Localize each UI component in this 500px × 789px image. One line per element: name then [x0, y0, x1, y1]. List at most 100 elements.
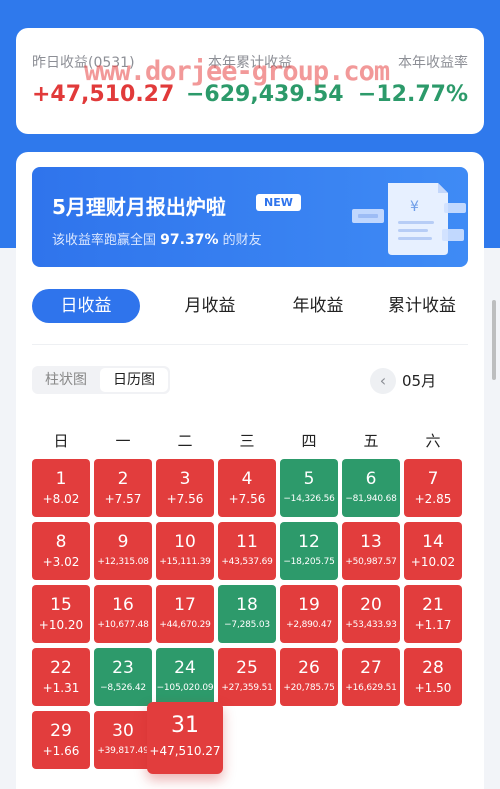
calendar-view-button[interactable]: 日历图 — [100, 368, 168, 392]
calendar-day[interactable]: 6 −81,940.68 — [342, 459, 400, 517]
day-earnings: −18,205.75 — [283, 557, 335, 567]
calendar-day[interactable]: 9 +12,315.08 — [94, 522, 152, 580]
calendar-day[interactable]: 12 −18,205.75 — [280, 522, 338, 580]
divider — [32, 344, 468, 345]
day-number: 7 — [427, 469, 439, 489]
banner-subtitle: 该收益率跑赢全国 97.37% 的财友 — [52, 229, 262, 248]
calendar-day[interactable]: 15 +10.20 — [32, 585, 90, 643]
day-number: 8 — [55, 532, 67, 552]
weekday-header: 二 — [177, 432, 193, 450]
day-number: 17 — [174, 595, 196, 615]
calendar-day[interactable]: 13 +50,987.57 — [342, 522, 400, 580]
calendar-day[interactable]: 2 +7.57 — [94, 459, 152, 517]
calendar-day[interactable]: 11 +43,537.69 — [218, 522, 276, 580]
day-number: 11 — [236, 532, 258, 552]
day-earnings: +10,677.48 — [97, 620, 149, 630]
earnings-tabs: 日收益 月收益 年收益 累计收益 — [32, 289, 468, 323]
calendar-day[interactable]: 20 +53,433.93 — [342, 585, 400, 643]
banner-title: 5月理财月报出炉啦 — [52, 195, 226, 219]
day-number: 20 — [360, 595, 382, 615]
calendar-day-selected[interactable]: 31 +47,510.27 — [147, 702, 223, 774]
calendar-day[interactable]: 29 +1.66 — [32, 711, 90, 769]
calendar-day[interactable]: 7 +2.85 — [404, 459, 462, 517]
tab-daily-earnings[interactable]: 日收益 — [32, 289, 140, 323]
scrollbar[interactable] — [492, 300, 496, 380]
day-earnings: +8.02 — [42, 492, 80, 506]
day-number: 31 — [171, 713, 199, 738]
day-earnings: +27,359.51 — [221, 683, 273, 693]
day-number: 9 — [117, 532, 129, 552]
calendar-day[interactable]: 10 +15,111.39 — [156, 522, 214, 580]
monthly-report-banner[interactable]: 5月理财月报出炉啦 NEW 该收益率跑赢全国 97.37% 的财友 ¥ — [32, 167, 468, 267]
chevron-left-icon[interactable]: ‹ — [370, 368, 396, 394]
main-card: 5月理财月报出炉啦 NEW 该收益率跑赢全国 97.37% 的财友 ¥ 日收益 — [16, 152, 484, 789]
day-earnings: +15,111.39 — [159, 557, 211, 567]
day-earnings: +10.20 — [38, 618, 84, 632]
calendar-day[interactable]: 16 +10,677.48 — [94, 585, 152, 643]
day-number: 19 — [298, 595, 320, 615]
day-number: 4 — [241, 469, 253, 489]
calendar-day[interactable]: 17 +44,670.29 — [156, 585, 214, 643]
day-number: 27 — [360, 658, 382, 678]
weekday-header: 五 — [363, 432, 379, 450]
day-number: 30 — [112, 721, 134, 741]
calendar-day[interactable]: 1 +8.02 — [32, 459, 90, 517]
calendar-day[interactable]: 30 +39,817.49 — [94, 711, 152, 769]
calendar-day[interactable]: 8 +3.02 — [32, 522, 90, 580]
day-number: 23 — [112, 658, 134, 678]
day-number: 29 — [50, 721, 72, 741]
calendar-day[interactable]: 3 +7.56 — [156, 459, 214, 517]
weekday-header: 六 — [425, 432, 441, 450]
day-number: 18 — [236, 595, 258, 615]
day-number: 15 — [50, 595, 72, 615]
day-earnings: +3.02 — [42, 555, 80, 569]
day-earnings: +53,433.93 — [345, 620, 397, 630]
weekday-header: 四 — [301, 432, 317, 450]
bar-chart-view-button[interactable]: 柱状图 — [34, 368, 98, 392]
day-earnings: +20,785.75 — [283, 683, 335, 693]
day-earnings: +7.57 — [104, 492, 142, 506]
banner-percentile: 97.37% — [160, 232, 219, 248]
day-earnings: +2,890.47 — [286, 620, 332, 630]
day-earnings: +10.02 — [410, 555, 456, 569]
calendar-day[interactable]: 18 −7,285.03 — [218, 585, 276, 643]
yen-glyph: ¥ — [410, 199, 419, 215]
day-number: 14 — [422, 532, 444, 552]
day-number: 5 — [303, 469, 315, 489]
day-number: 25 — [236, 658, 258, 678]
day-earnings: +44,670.29 — [159, 620, 211, 630]
day-earnings: +7.56 — [228, 492, 266, 506]
day-number: 22 — [50, 658, 72, 678]
calendar-day[interactable]: 19 +2,890.47 — [280, 585, 338, 643]
day-earnings: −7,285.03 — [224, 620, 270, 630]
banner-sub-prefix: 该收益率跑赢全国 — [52, 233, 157, 248]
day-number: 16 — [112, 595, 134, 615]
calendar-day[interactable]: 4 +7.56 — [218, 459, 276, 517]
day-earnings: +43,537.69 — [221, 557, 273, 567]
weekday-header: 一 — [115, 432, 131, 450]
calendar-day[interactable]: 14 +10.02 — [404, 522, 462, 580]
month-label[interactable]: 05月 — [402, 370, 436, 391]
calendar-day[interactable]: 28 +1.50 — [404, 648, 462, 706]
tab-cumulative-earnings[interactable]: 累计收益 — [372, 289, 472, 323]
calendar-day[interactable]: 24 −105,020.09 — [156, 648, 214, 706]
day-earnings: +1.31 — [42, 681, 80, 695]
day-earnings: +7.56 — [166, 492, 204, 506]
new-badge: NEW — [256, 194, 301, 211]
calendar-day[interactable]: 21 +1.17 — [404, 585, 462, 643]
calendar-day[interactable]: 25 +27,359.51 — [218, 648, 276, 706]
weekday-header: 三 — [239, 432, 255, 450]
day-earnings: +12,315.08 — [97, 557, 149, 567]
tab-yearly-earnings[interactable]: 年收益 — [264, 289, 372, 323]
calendar-day[interactable]: 22 +1.31 — [32, 648, 90, 706]
calendar-day[interactable]: 26 +20,785.75 — [280, 648, 338, 706]
calendar-day[interactable]: 5 −14,326.56 — [280, 459, 338, 517]
calendar-day[interactable]: 23 −8,526.42 — [94, 648, 152, 706]
weekday-header: 日 — [53, 432, 69, 450]
calendar-day[interactable]: 27 +16,629.51 — [342, 648, 400, 706]
day-earnings: +16,629.51 — [345, 683, 397, 693]
tab-monthly-earnings[interactable]: 月收益 — [156, 289, 264, 323]
day-number: 24 — [174, 658, 196, 678]
watermark: www.dorjee-group.com — [84, 56, 390, 87]
day-earnings: +47,510.27 — [149, 744, 221, 758]
